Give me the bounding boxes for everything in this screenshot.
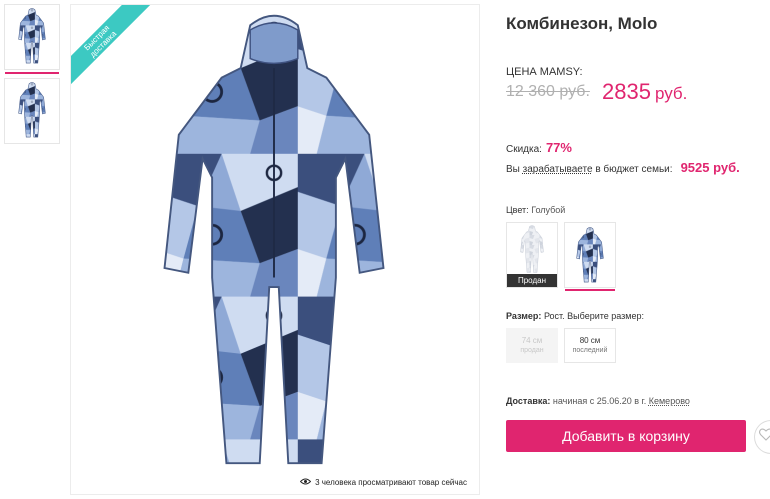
delivery-row: Доставка: начиная с 25.06.20 в г. Кемеро… [506,396,690,406]
thumbnail-list [4,4,60,152]
thumbnail-front-image [17,8,47,66]
currency-label: руб. [654,84,688,103]
new-price: 2835 руб. [602,79,687,105]
sold-out-badge: Продан [507,274,557,287]
size-option-74-label: 74 см [521,336,543,345]
swatch-blue-image [575,227,605,285]
size-option-74[interactable]: 74 см продан [506,328,558,363]
jumpsuit-image [149,11,399,487]
earn-value: 9525 руб. [680,160,740,175]
delivery-city-link[interactable]: Кемерово [649,396,690,406]
size-option-80-status: последний [572,347,608,354]
add-to-cart-button[interactable]: Добавить в корзину [506,420,746,452]
new-price-value: 2835 [602,79,651,104]
price-label: ЦЕНА MAMSY: [506,66,583,78]
product-main-image[interactable]: Быстрая доставка 3 человека просматриваю… [70,4,480,495]
heart-icon [758,428,770,446]
color-value: Голубой [531,205,566,215]
old-price: 12 360 руб. [506,83,590,100]
delivery-label: Доставка: [506,396,551,406]
earn-info-link[interactable]: зарабатываете [523,164,593,175]
color-label: Цвет: [506,205,529,215]
size-hint: Рост. Выберите размер: [543,311,645,321]
viewers-notice: 3 человека просматривают товар сейчас [296,477,471,488]
discount-row: Скидка: 77% [506,140,572,155]
thumbnail-back[interactable] [4,78,60,144]
earn-suffix: в бюджет семьи: [595,164,673,175]
viewers-text: 3 человека просматривают товар сейчас [315,478,467,487]
wishlist-button[interactable] [754,420,770,454]
discount-value: 77% [545,140,572,155]
delivery-text: начиная с 25.06.20 в г. [552,396,647,406]
thumbnail-front[interactable] [4,4,60,74]
eye-icon [299,478,312,487]
size-label: Размер: [506,311,542,321]
color-swatch-blue[interactable] [564,222,616,291]
color-row: Цвет: Голубой [506,205,565,215]
size-option-74-status: продан [520,347,544,354]
size-option-80-label: 80 см [579,336,601,345]
thumbnail-back-image [17,82,47,140]
product-title: Комбинезон, Molo [506,14,658,33]
earn-row: Вы зарабатываете в бюджет семьи: 9525 руб… [506,160,740,175]
swatch-white-image [518,225,546,275]
size-row: Размер: Рост. Выберите размер: [506,311,644,321]
color-swatch-white[interactable]: Продан [506,222,558,288]
earn-prefix: Вы [506,164,520,175]
size-option-80[interactable]: 80 см последний [564,328,616,363]
color-swatches: Продан [506,222,616,291]
discount-label: Скидка: [506,144,542,155]
size-options: 74 см продан 80 см последний [506,328,616,363]
fast-delivery-ribbon: Быстрая доставка [71,5,154,95]
